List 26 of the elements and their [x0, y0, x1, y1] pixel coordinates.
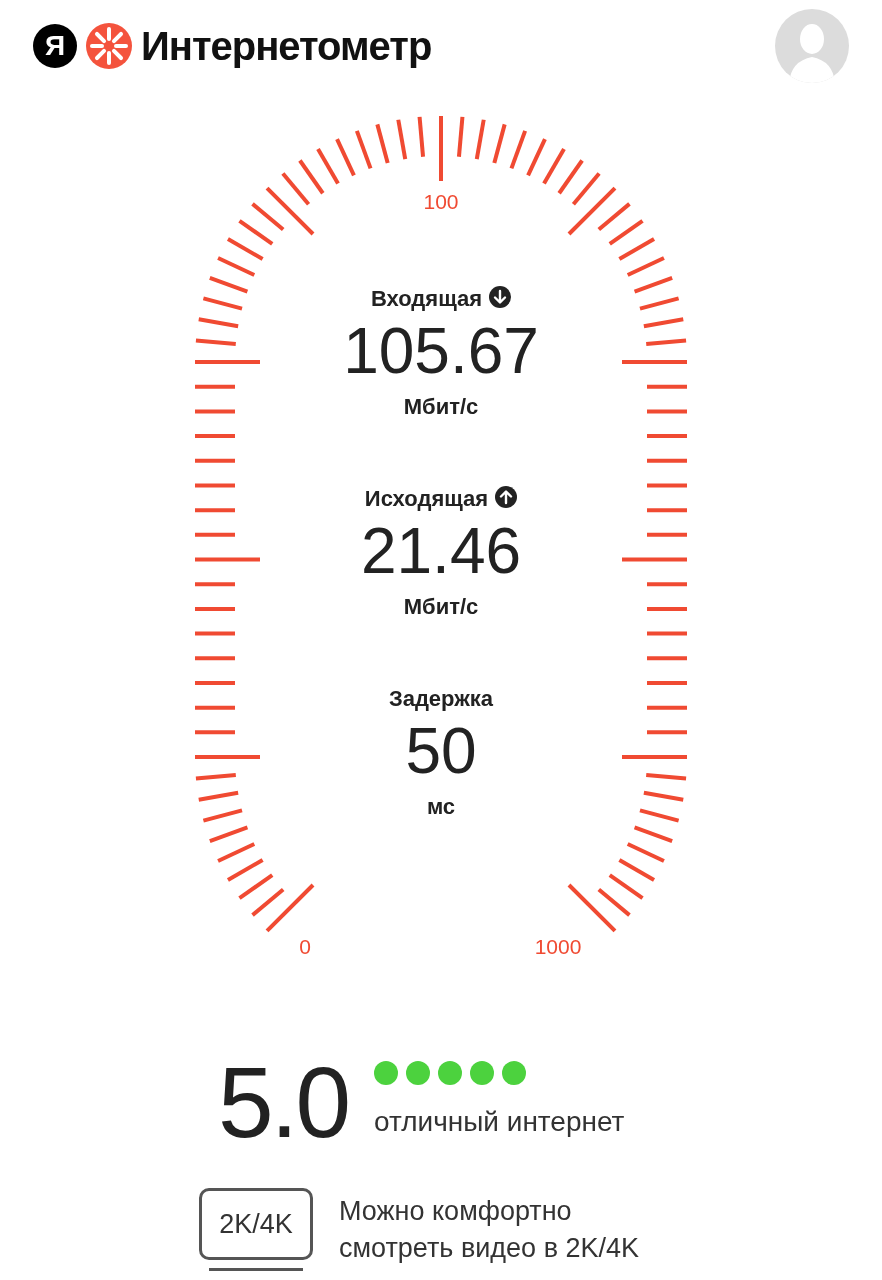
- rating-dot: [470, 1061, 494, 1085]
- rating-dot: [502, 1061, 526, 1085]
- arrow-up-icon: [495, 486, 518, 508]
- avatar-icon[interactable]: [775, 9, 849, 83]
- scale-label: 0: [299, 935, 311, 958]
- rating-dot: [438, 1061, 462, 1085]
- rating-dot: [374, 1061, 398, 1085]
- video-quality-text: Можно комфортно смотреть видео в 2K/4K: [339, 1194, 640, 1265]
- metric-unit: Мбит/с: [403, 393, 479, 420]
- rating-verdict: отличный интернет: [374, 1105, 625, 1139]
- rating-score: 5.0: [218, 1052, 348, 1152]
- metric-label: Исходящая: [364, 485, 489, 512]
- metric-label: Входящая: [370, 285, 483, 312]
- rating-dot: [406, 1061, 430, 1085]
- metric-value: 50: [405, 714, 477, 789]
- logo-icon: Я: [33, 24, 77, 68]
- metric-unit: мс: [426, 793, 456, 820]
- metric-label: Задержка: [388, 685, 494, 712]
- metric-value: 21.46: [360, 514, 522, 589]
- metric-unit: Мбит/с: [403, 593, 479, 620]
- scale-label: 1000: [534, 935, 582, 958]
- app-title: Интернетометр: [141, 23, 432, 70]
- logo-icon: [85, 22, 133, 70]
- scale-label: 100: [423, 190, 459, 213]
- metric-value: 105.67: [343, 314, 539, 389]
- arrow-down-icon: [489, 286, 512, 308]
